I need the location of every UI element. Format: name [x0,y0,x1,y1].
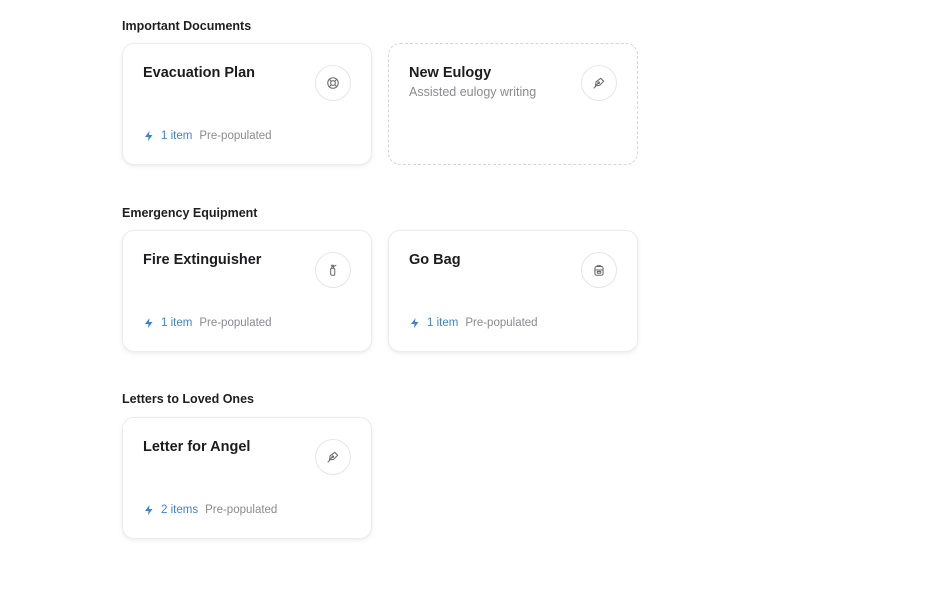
bolt-icon [143,504,155,516]
card-letter-for-angel[interactable]: Letter for Angel 2 items Pre-populated [122,417,372,539]
section-important-documents: Important Documents Evacuation Plan 1 it… [122,17,638,165]
card-footer: 1 item Pre-populated [143,130,272,142]
card-fire-extinguisher[interactable]: Fire Extinguisher 1 item Pre-populated [122,230,372,352]
card-go-bag[interactable]: Go Bag 1 item Pre-populated [388,230,638,352]
status-label: Pre-populated [199,317,272,329]
life-buoy-icon [315,65,351,101]
bolt-icon [409,317,421,329]
pen-nib-icon [315,439,351,475]
backpack-icon [581,252,617,288]
card-title: New Eulogy [409,65,492,81]
item-count: 1 item [161,317,193,329]
bolt-icon [143,317,155,329]
card-new-eulogy[interactable]: New Eulogy Assisted eulogy writing [388,43,638,165]
card-title: Letter for Angel [143,439,251,455]
card-row: Evacuation Plan 1 item Pre-populated New… [122,43,638,165]
card-footer: 1 item Pre-populated [409,317,538,329]
item-count: 1 item [161,130,193,142]
card-footer: 2 items Pre-populated [143,504,277,516]
card-row: Fire Extinguisher 1 item Pre-populated G… [122,230,638,352]
card-evacuation-plan[interactable]: Evacuation Plan 1 item Pre-populated [122,43,372,165]
card-title: Evacuation Plan [143,65,256,81]
item-count: 2 items [161,504,199,516]
section-emergency-equipment: Emergency Equipment Fire Extinguisher 1 … [122,204,638,352]
card-footer: 1 item Pre-populated [143,317,272,329]
page: Important Documents Evacuation Plan 1 it… [0,0,925,589]
status-label: Pre-populated [465,317,538,329]
card-row: Letter for Angel 2 items Pre-populated [122,417,372,539]
card-title: Go Bag [409,252,461,268]
section-title: Important Documents [122,19,252,33]
card-title: Fire Extinguisher [143,252,262,268]
card-subtitle: Assisted eulogy writing [409,85,537,99]
status-label: Pre-populated [205,504,278,516]
fire-extinguisher-icon [315,252,351,288]
section-title: Letters to Loved Ones [122,392,254,406]
section-title: Emergency Equipment [122,206,258,220]
bolt-icon [143,130,155,142]
item-count: 1 item [427,317,459,329]
pen-nib-icon [581,65,617,101]
section-letters-to-loved-ones: Letters to Loved Ones Letter for Angel 2… [122,390,372,539]
status-label: Pre-populated [199,130,272,142]
